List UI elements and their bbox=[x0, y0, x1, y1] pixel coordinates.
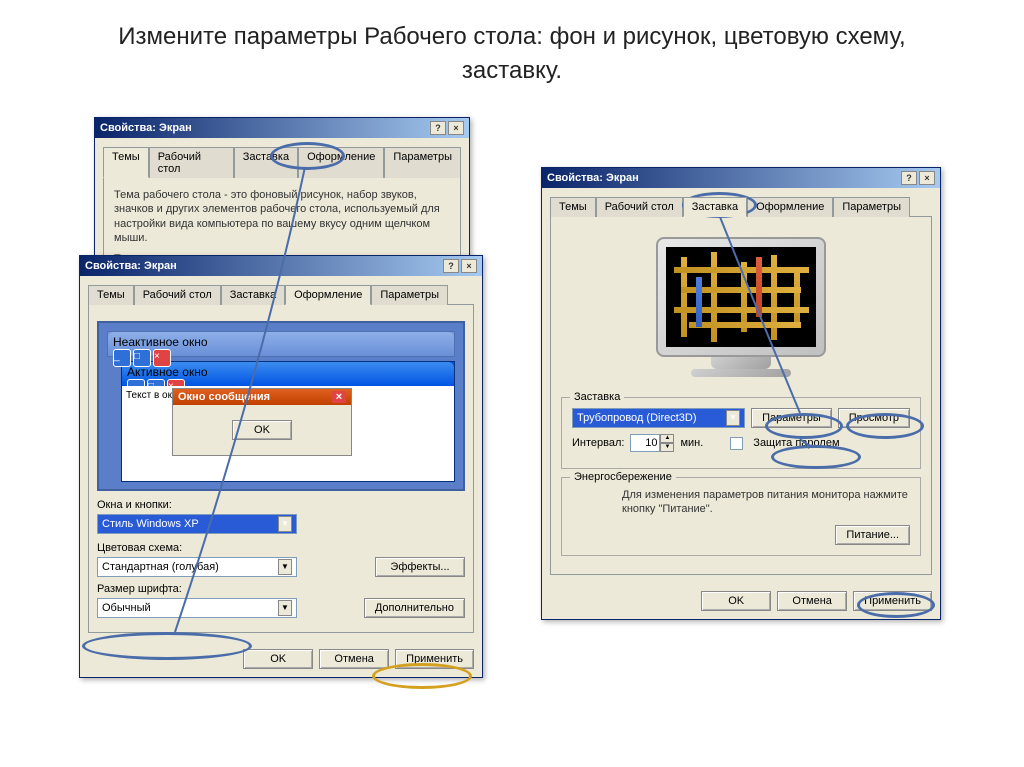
window-title: Свойства: Экран bbox=[547, 172, 639, 184]
effects-button[interactable]: Эффекты... bbox=[375, 557, 465, 577]
cancel-button[interactable]: Отмена bbox=[777, 591, 847, 611]
help-icon[interactable]: ? bbox=[443, 259, 459, 273]
tab-themes[interactable]: Темы bbox=[550, 197, 596, 217]
ok-button[interactable]: OK bbox=[701, 591, 771, 611]
cancel-button[interactable]: Отмена bbox=[319, 649, 389, 669]
screensaver-group: Заставка Трубопровод (Direct3D) ▼ Параме… bbox=[561, 397, 921, 469]
tab-themes[interactable]: Темы bbox=[88, 285, 134, 305]
titlebar[interactable]: Свойства: Экран ? × bbox=[95, 118, 469, 138]
spinner-up-icon[interactable]: ▲ bbox=[660, 434, 674, 443]
monitor-preview bbox=[651, 237, 831, 387]
tabbar: Темы Рабочий стол Заставка Оформление Па… bbox=[80, 276, 482, 304]
tab-appearance[interactable]: Оформление bbox=[298, 147, 384, 178]
dialog-footer: OK Отмена Применить bbox=[80, 641, 482, 677]
tabbar: Темы Рабочий стол Заставка Оформление Па… bbox=[542, 188, 940, 216]
power-button[interactable]: Питание... bbox=[835, 525, 910, 545]
tab-settings[interactable]: Параметры bbox=[384, 147, 461, 178]
ok-button: OK bbox=[232, 420, 292, 440]
message-title-text: Окно сообщения bbox=[178, 391, 270, 403]
dialog-footer: OK Отмена Применить bbox=[542, 583, 940, 619]
power-description: Для изменения параметров питания монитор… bbox=[622, 488, 910, 517]
tab-desktop[interactable]: Рабочий стол bbox=[596, 197, 683, 217]
message-titlebar: Окно сообщения × bbox=[173, 389, 351, 405]
interval-label: Интервал: bbox=[572, 437, 624, 449]
close-icon: × bbox=[332, 391, 346, 403]
chevron-down-icon[interactable]: ▼ bbox=[278, 600, 292, 616]
parameters-button[interactable]: Параметры bbox=[751, 408, 832, 428]
message-body: OK bbox=[173, 405, 351, 455]
tab-settings[interactable]: Параметры bbox=[833, 197, 910, 217]
close-icon[interactable]: × bbox=[448, 121, 464, 135]
color-scheme-label: Цветовая схема: bbox=[97, 542, 465, 554]
titlebar[interactable]: Свойства: Экран ? × bbox=[80, 256, 482, 276]
spinner-down-icon[interactable]: ▼ bbox=[660, 443, 674, 452]
message-box: Окно сообщения × OK bbox=[172, 388, 352, 456]
theme-description: Тема рабочего стола - это фоновый рисуно… bbox=[114, 188, 450, 245]
tab-content: Заставка Трубопровод (Direct3D) ▼ Параме… bbox=[550, 216, 932, 575]
dialog-screensaver: Свойства: Экран ? × Темы Рабочий стол За… bbox=[541, 167, 941, 620]
active-title-text: Активное окно bbox=[127, 365, 208, 379]
font-size-label: Размер шрифта: bbox=[97, 583, 465, 595]
active-titlebar: Активное окно _ □ × bbox=[122, 362, 454, 386]
interval-unit: мин. bbox=[680, 437, 703, 449]
windows-buttons-combo[interactable]: Стиль Windows XP ▼ bbox=[97, 514, 297, 534]
close-icon[interactable]: × bbox=[461, 259, 477, 273]
ok-button[interactable]: OK bbox=[243, 649, 313, 669]
tab-appearance[interactable]: Оформление bbox=[285, 285, 371, 305]
window-title: Свойства: Экран bbox=[100, 122, 192, 134]
font-size-combo[interactable]: Обычный ▼ bbox=[97, 598, 297, 618]
chevron-down-icon[interactable]: ▼ bbox=[278, 516, 292, 532]
color-scheme-value: Стандартная (голубая) bbox=[102, 561, 219, 573]
password-checkbox[interactable] bbox=[730, 437, 743, 450]
screensaver-value: Трубопровод (Direct3D) bbox=[577, 412, 697, 424]
preview-active-window: Активное окно _ □ × Текст в окне Окно со… bbox=[121, 361, 455, 482]
tabbar: Темы Рабочий стол Заставка Оформление Па… bbox=[95, 138, 469, 177]
window-title: Свойства: Экран bbox=[85, 260, 177, 272]
tab-content: Неактивное окно _ □ × Активное окно _ □ … bbox=[88, 304, 474, 633]
tab-appearance[interactable]: Оформление bbox=[747, 197, 833, 217]
chevron-down-icon[interactable]: ▼ bbox=[726, 410, 740, 426]
inactive-title-text: Неактивное окно bbox=[113, 335, 208, 349]
apply-button[interactable]: Применить bbox=[395, 649, 474, 669]
tab-themes[interactable]: Темы bbox=[103, 147, 149, 178]
dialog-appearance: Свойства: Экран ? × Темы Рабочий стол За… bbox=[79, 255, 483, 678]
font-size-value: Обычный bbox=[102, 602, 151, 614]
screensaver-combo[interactable]: Трубопровод (Direct3D) ▼ bbox=[572, 408, 745, 428]
group-title: Энергосбережение bbox=[570, 471, 676, 483]
tab-settings[interactable]: Параметры bbox=[371, 285, 448, 305]
help-icon[interactable]: ? bbox=[901, 171, 917, 185]
tab-screensaver[interactable]: Заставка bbox=[221, 285, 285, 305]
titlebar[interactable]: Свойства: Экран ? × bbox=[542, 168, 940, 188]
tab-desktop[interactable]: Рабочий стол bbox=[134, 285, 221, 305]
appearance-preview: Неактивное окно _ □ × Активное окно _ □ … bbox=[97, 321, 465, 491]
help-icon[interactable]: ? bbox=[430, 121, 446, 135]
preview-inactive-window: Неактивное окно _ □ × bbox=[107, 331, 455, 357]
close-icon[interactable]: × bbox=[919, 171, 935, 185]
power-group: Энергосбережение Для изменения параметро… bbox=[561, 477, 921, 556]
tab-screensaver[interactable]: Заставка bbox=[683, 197, 747, 217]
chevron-down-icon[interactable]: ▼ bbox=[278, 559, 292, 575]
window-body: Текст в окне Окно сообщения × OK bbox=[122, 386, 454, 481]
preview-button[interactable]: Просмотр bbox=[838, 408, 910, 428]
interval-spinner[interactable]: ▲ ▼ bbox=[630, 434, 674, 452]
password-label: Защита паролем bbox=[753, 437, 839, 449]
group-title: Заставка bbox=[570, 391, 624, 403]
interval-input[interactable] bbox=[630, 434, 660, 452]
inactive-titlebar: Неактивное окно _ □ × bbox=[108, 332, 454, 356]
windows-buttons-value: Стиль Windows XP bbox=[102, 518, 199, 530]
windows-buttons-label: Окна и кнопки: bbox=[97, 499, 465, 511]
screensaver-preview bbox=[666, 247, 816, 347]
tab-screensaver[interactable]: Заставка bbox=[234, 147, 298, 178]
apply-button[interactable]: Применить bbox=[853, 591, 932, 611]
tab-desktop[interactable]: Рабочий стол bbox=[149, 147, 234, 178]
color-scheme-combo[interactable]: Стандартная (голубая) ▼ bbox=[97, 557, 297, 577]
advanced-button[interactable]: Дополнительно bbox=[364, 598, 465, 618]
page-title: Измените параметры Рабочего стола: фон и… bbox=[0, 0, 1024, 97]
